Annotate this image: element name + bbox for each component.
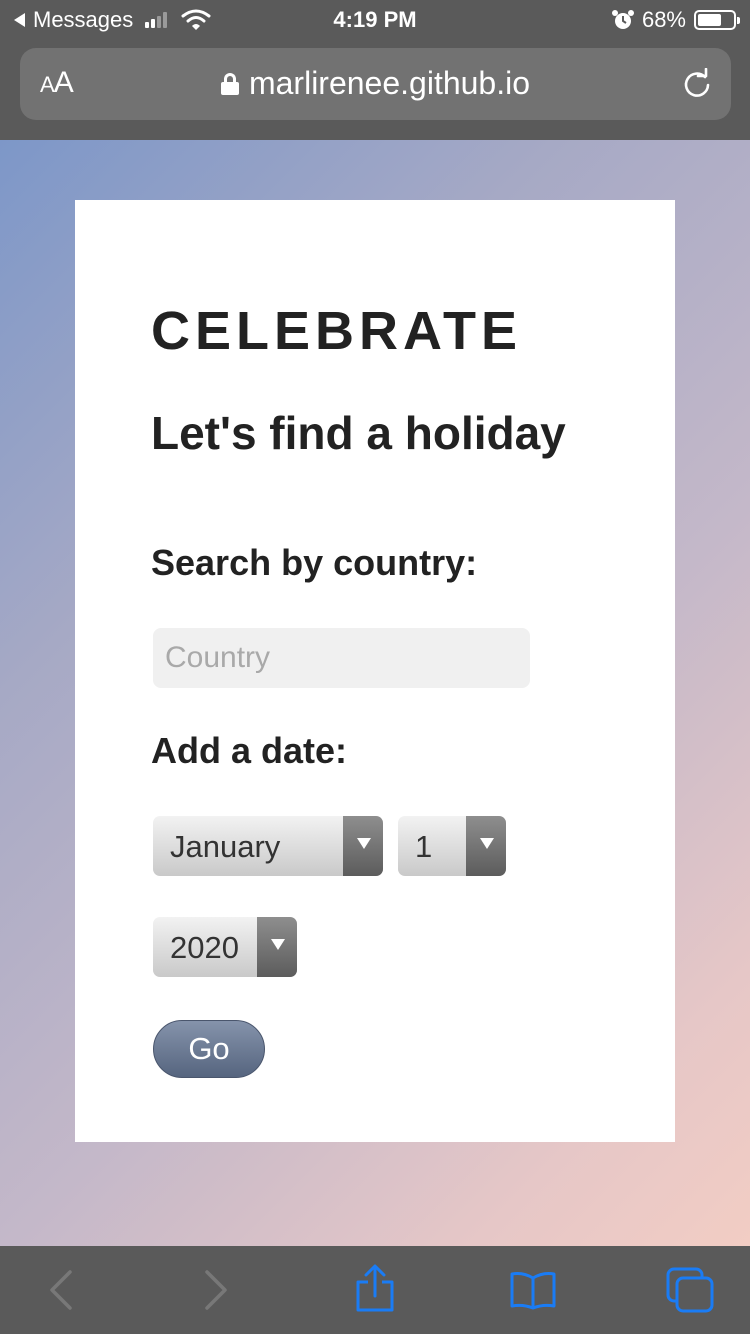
month-value: January — [170, 829, 281, 864]
month-select[interactable]: January — [153, 816, 383, 876]
brand-title: CELEBRATE — [151, 301, 523, 361]
browser-toolbar — [0, 1246, 750, 1334]
page-headline: Let's find a holiday — [151, 407, 566, 459]
day-select[interactable]: 1 — [398, 816, 506, 876]
lock-icon — [220, 72, 239, 95]
chevron-down-icon — [257, 917, 297, 977]
bookmarks-icon[interactable] — [509, 1270, 557, 1310]
chevron-down-icon — [343, 816, 383, 876]
url-display[interactable]: marlirenee.github.io — [20, 65, 731, 102]
chevron-down-icon — [466, 816, 506, 876]
go-button[interactable]: Go — [153, 1020, 265, 1078]
url-text: marlirenee.github.io — [248, 65, 531, 101]
status-right: 68% — [611, 7, 740, 33]
date-label: Add a date: — [151, 730, 348, 771]
search-card: CELEBRATE Let's find a holiday Search by… — [75, 200, 675, 1142]
battery-icon — [694, 10, 740, 30]
web-page: CELEBRATE Let's find a holiday Search by… — [0, 140, 750, 1246]
reload-icon[interactable] — [681, 68, 713, 100]
share-icon[interactable] — [354, 1264, 396, 1314]
status-bar: Messages 4:19 PM 68% — [0, 0, 750, 40]
address-bar[interactable]: AA marlirenee.github.io — [20, 48, 731, 120]
browser-header: AA marlirenee.github.io — [0, 40, 750, 140]
forward-icon[interactable] — [201, 1268, 231, 1312]
battery-percent: 68% — [641, 7, 686, 32]
country-input[interactable] — [153, 628, 530, 688]
tabs-icon[interactable] — [664, 1266, 716, 1314]
year-value: 2020 — [170, 930, 239, 965]
alarm-icon — [611, 10, 634, 29]
day-value: 1 — [415, 829, 433, 864]
country-label: Search by country: — [151, 542, 478, 583]
back-icon[interactable] — [46, 1268, 76, 1312]
year-select[interactable]: 2020 — [153, 917, 297, 977]
